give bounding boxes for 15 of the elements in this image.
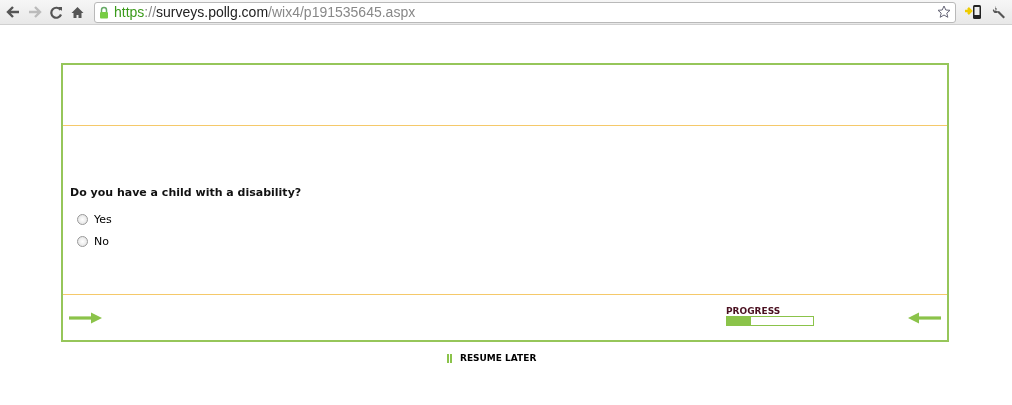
radio-button[interactable] (77, 213, 88, 225)
star-icon[interactable] (937, 5, 951, 19)
home-icon[interactable] (71, 5, 84, 19)
resume-later-link[interactable]: RESUME LATER (447, 353, 537, 363)
option-label: Yes (94, 212, 112, 226)
lock-icon (99, 5, 109, 19)
radio-button[interactable] (77, 235, 88, 247)
back-icon[interactable] (6, 6, 20, 18)
progress-label: PROGRESS (726, 305, 782, 316)
phone-icon[interactable] (964, 4, 984, 20)
option-label: No (94, 234, 109, 248)
address-bar[interactable]: https://surveys.pollg.com/wix4/p191535645.aspx (94, 1, 956, 23)
wrench-icon[interactable] (992, 5, 1006, 19)
question-text: Do you have a child with a disability? (70, 186, 303, 199)
reload-icon[interactable] (50, 5, 63, 19)
